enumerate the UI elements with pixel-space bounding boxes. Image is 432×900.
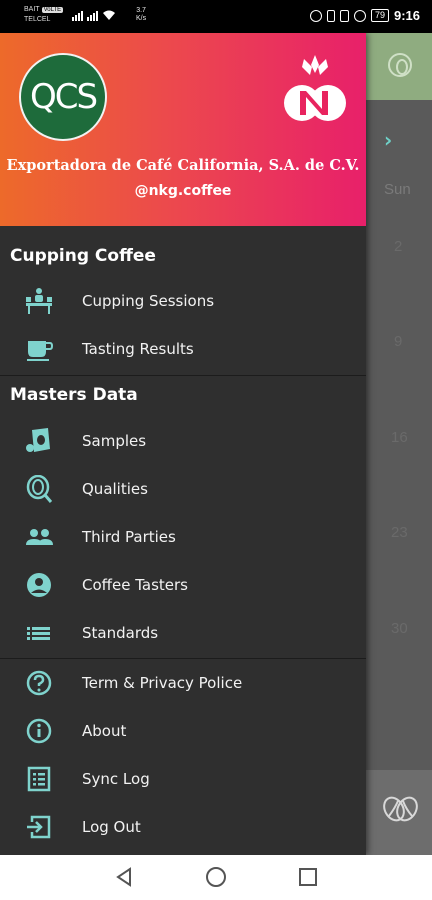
menu-item-label: Standards (82, 624, 159, 642)
menu-item-label: Log Out (82, 818, 141, 836)
status-bar: BAIT VoLTE TELCEL 3.7 K/s 79 9:16 (0, 0, 432, 33)
battery-indicator: 79 (370, 9, 389, 22)
calendar-date[interactable]: 9 (394, 333, 402, 350)
company-name: Exportadora de Café California, S.A. de … (6, 157, 360, 174)
network-speed: 3.7 K/s (136, 7, 146, 23)
bean-search-icon (26, 475, 53, 503)
menu-item-label: Cupping Sessions (82, 292, 215, 310)
menu-item-label: About (82, 722, 127, 740)
system-nav-bar (0, 855, 432, 900)
qcs-logo: QCS (19, 53, 107, 141)
clock: 9:16 (393, 8, 420, 23)
menu-item-cupping-sessions[interactable]: Cupping Sessions (0, 277, 366, 325)
log-list-icon (27, 766, 51, 792)
menu-item-terms-privacy[interactable]: Term & Privacy Police (0, 659, 366, 707)
home-icon[interactable] (206, 867, 226, 887)
speed-unit: K/s (136, 15, 147, 22)
menu-item-log-out[interactable]: Log Out (0, 803, 366, 851)
logout-icon (27, 815, 51, 839)
menu-item-label: Coffee Tasters (82, 576, 188, 594)
sync-icon (388, 53, 412, 77)
menu-item-label: Term & Privacy Police (82, 674, 243, 692)
signal-icon (87, 11, 98, 21)
menu-item-label: Samples (82, 432, 147, 450)
cupping-table-icon (26, 288, 52, 314)
sync-button[interactable] (366, 33, 432, 100)
carrier-info: BAIT VoLTE TELCEL (24, 5, 64, 25)
section-title-masters-data: Masters Data (10, 385, 138, 405)
data-saver-icon (353, 9, 366, 22)
sample-bag-icon (26, 428, 50, 452)
carrier-name-1: BAIT (24, 6, 40, 13)
speed-value: 3.7 (136, 7, 146, 14)
list-icon (27, 627, 50, 640)
calendar-date[interactable]: 30 (391, 620, 408, 637)
menu-item-qualities[interactable]: Qualities (0, 465, 366, 513)
bluetooth-icon (326, 9, 335, 22)
menu-item-third-parties[interactable]: Third Parties (0, 513, 366, 561)
nfc-icon (309, 9, 322, 22)
calendar-date[interactable]: 2 (394, 238, 402, 255)
coffee-bean-button[interactable] (366, 770, 432, 855)
wifi-icon (103, 10, 115, 20)
calendar-date[interactable]: 16 (391, 429, 408, 446)
menu-item-label: Qualities (82, 480, 148, 498)
coffee-cup-icon (27, 341, 54, 361)
navigation-drawer: QCS Exportadora de Café California, S.A.… (0, 33, 366, 855)
menu-item-about[interactable]: About (0, 707, 366, 755)
signal-icons (72, 9, 116, 21)
menu-item-coffee-tasters[interactable]: Coffee Tasters (0, 561, 366, 609)
menu-item-label: Sync Log (82, 770, 150, 788)
menu-item-label: Tasting Results (82, 340, 194, 358)
menu-item-sync-log[interactable]: Sync Log (0, 755, 366, 803)
day-label: Sun (384, 181, 411, 198)
nkg-logo (284, 55, 346, 121)
company-handle: @nkg.coffee (134, 183, 232, 199)
carrier-name-2: TELCEL (24, 16, 51, 23)
info-circle-icon (26, 718, 52, 744)
divider (0, 375, 366, 376)
drawer-header: QCS Exportadora de Café California, S.A.… (0, 33, 366, 226)
coffee-bean-icon (383, 796, 418, 822)
menu-item-samples[interactable]: Samples (0, 417, 366, 465)
back-icon[interactable] (114, 867, 134, 887)
vibrate-icon (339, 9, 349, 22)
calendar-date[interactable]: 23 (391, 524, 408, 541)
next-chevron-icon[interactable]: › (384, 128, 392, 152)
help-circle-icon (26, 670, 52, 696)
recent-apps-icon[interactable] (299, 868, 317, 886)
volte-badge: VoLTE (41, 7, 64, 13)
menu-item-tasting-results[interactable]: Tasting Results (0, 325, 366, 373)
account-circle-icon (27, 573, 51, 597)
menu-item-label: Third Parties (82, 528, 176, 546)
status-right: 79 9:16 (309, 8, 420, 23)
section-title-cupping-coffee: Cupping Coffee (10, 246, 156, 266)
menu-item-standards[interactable]: Standards (0, 609, 366, 657)
people-icon (26, 529, 53, 545)
signal-icon (72, 11, 83, 21)
